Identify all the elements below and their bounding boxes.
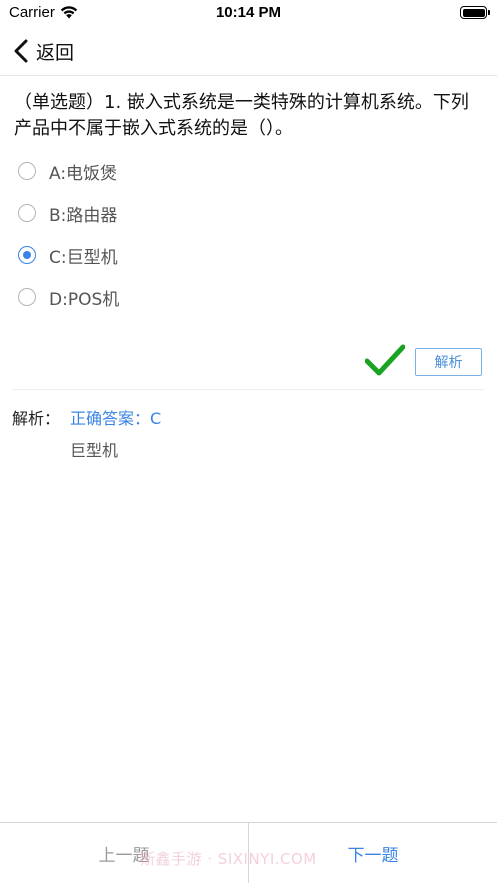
radio-button-selected[interactable]	[18, 246, 36, 264]
option-label: A:电饭煲	[49, 163, 118, 184]
analysis-explanation: 巨型机	[70, 441, 119, 460]
option-c[interactable]: C:巨型机	[18, 241, 118, 269]
option-label: D:POS机	[49, 289, 120, 310]
option-d[interactable]: D:POS机	[18, 283, 119, 311]
analysis-button[interactable]: 解析	[415, 348, 482, 376]
option-label: B:路由器	[49, 205, 118, 226]
option-a[interactable]: A:电饭煲	[18, 157, 117, 185]
radio-button[interactable]	[18, 288, 36, 306]
correct-answer: 正确答案：C	[70, 409, 162, 428]
battery-icon	[460, 6, 490, 19]
option-b[interactable]: B:路由器	[18, 199, 117, 227]
navigation-bar: 返回	[0, 26, 497, 76]
chevron-left-icon	[14, 39, 28, 63]
radio-button[interactable]	[18, 204, 36, 222]
analysis-label: 解析：	[12, 409, 61, 428]
divider	[12, 389, 485, 390]
checkmark-icon	[365, 344, 405, 376]
bottom-navigation: 上一题 下一题	[0, 822, 497, 883]
previous-question-button[interactable]: 上一题	[0, 823, 249, 883]
status-bar: Carrier 10:14 PM	[0, 0, 497, 26]
option-label: C:巨型机	[49, 247, 118, 268]
back-button[interactable]: 返回	[12, 36, 74, 66]
clock: 10:14 PM	[215, 4, 282, 21]
next-question-button[interactable]: 下一题	[249, 823, 497, 883]
back-label: 返回	[36, 41, 75, 64]
radio-button[interactable]	[18, 162, 36, 180]
question-text: （单选题）1. 嵌入式系统是一类特殊的计算机系统。下列产品中不属于嵌入式系统的是…	[14, 92, 469, 139]
